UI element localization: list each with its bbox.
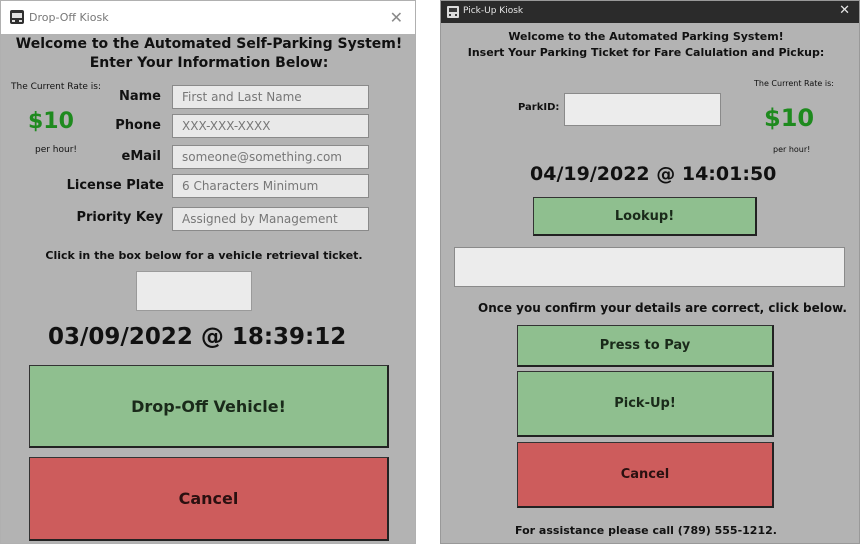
license-plate-label: License Plate (66, 178, 164, 193)
pickup-rate-label: The Current Rate is: (754, 79, 834, 88)
email-label: eMail (121, 149, 161, 164)
close-icon[interactable]: ✕ (839, 3, 850, 18)
rate-value: $10 (28, 109, 74, 134)
dropoff-window-title: Drop-Off Kiosk (29, 11, 109, 24)
pickup-button-label: Pick-Up! (614, 396, 676, 411)
name-label: Name (118, 89, 161, 104)
dropoff-cancel-button-label: Cancel (178, 489, 239, 508)
ticket-instruction: Click in the box below for a vehicle ret… (45, 249, 363, 262)
press-to-pay-button-label: Press to Pay (599, 338, 691, 353)
dropoff-title-bar[interactable]: Drop-Off Kiosk ✕ (1, 1, 415, 34)
phone-input[interactable]: XXX-XXX-XXXX (172, 114, 369, 138)
lookup-button[interactable]: Lookup! (533, 197, 757, 236)
pickup-kiosk-window: Pick-Up Kiosk ✕ Welcome to the Automated… (440, 0, 860, 544)
dropoff-vehicle-button[interactable]: Drop-Off Vehicle! (29, 365, 389, 448)
parkid-input[interactable] (564, 93, 721, 126)
dropoff-welcome-heading: Welcome to the Automated Self-Parking Sy… (15, 36, 403, 52)
dropoff-kiosk-window: Drop-Off Kiosk ✕ Welcome to the Automate… (0, 0, 416, 544)
name-input[interactable]: First and Last Name (172, 85, 369, 109)
fare-details-display (454, 247, 845, 287)
phone-label: Phone (115, 118, 161, 133)
press-to-pay-button[interactable]: Press to Pay (517, 325, 774, 367)
pickup-instructions-heading: Insert Your Parking Ticket for Fare Calu… (467, 46, 825, 59)
rate-label: The Current Rate is: (11, 82, 101, 92)
assistance-text: For assistance please call (789) 555-121… (515, 524, 777, 537)
pickup-rate-value: $10 (764, 104, 815, 132)
parkid-label: ParkID: (518, 102, 560, 113)
pickup-rate-unit: per hour! (773, 145, 811, 154)
pickup-cancel-button-label: Cancel (620, 467, 670, 482)
dropoff-cancel-button[interactable]: Cancel (29, 457, 389, 541)
priority-key-label: Priority Key (76, 210, 163, 225)
pickup-window-title: Pick-Up Kiosk (463, 6, 524, 16)
pickup-button[interactable]: Pick-Up! (517, 371, 774, 437)
confirm-instruction: Once you confirm your details are correc… (478, 301, 847, 315)
rate-unit: per hour! (35, 145, 78, 155)
priority-key-input[interactable]: Assigned by Management (172, 207, 369, 231)
pickup-title-bar[interactable]: Pick-Up Kiosk ✕ (441, 1, 859, 23)
pickup-welcome-heading: Welcome to the Automated Parking System! (508, 30, 784, 43)
close-icon[interactable]: ✕ (390, 8, 403, 27)
retrieval-ticket-box[interactable] (136, 271, 252, 311)
kiosk-app-icon (447, 6, 459, 18)
dropoff-vehicle-button-label: Drop-Off Vehicle! (131, 396, 286, 416)
license-plate-input[interactable]: 6 Characters Minimum (172, 174, 369, 198)
email-input[interactable]: someone@something.com (172, 145, 369, 169)
lookup-button-label: Lookup! (614, 208, 675, 224)
dropoff-instructions-heading: Enter Your Information Below: (89, 55, 329, 71)
kiosk-app-icon (10, 10, 24, 24)
pickup-cancel-button[interactable]: Cancel (517, 442, 774, 508)
pickup-datetime: 04/19/2022 @ 14:01:50 (530, 163, 777, 185)
dropoff-datetime: 03/09/2022 @ 18:39:12 (48, 324, 347, 350)
